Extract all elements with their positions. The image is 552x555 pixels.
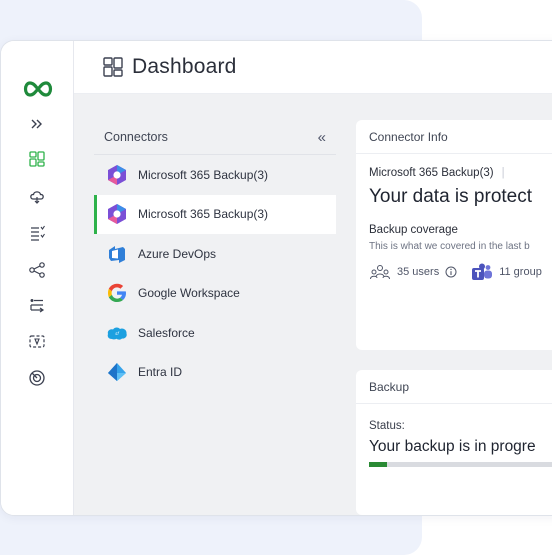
app-window: Dashboard Connectors « Microsoft 365 Bac… (0, 40, 552, 516)
dashboard-grid-icon[interactable] (23, 145, 51, 173)
info-icon[interactable] (445, 266, 457, 278)
nav-rail (1, 41, 74, 515)
connector-list: Microsoft 365 Backup(3) Microsoft 365 Ba… (94, 155, 336, 392)
backup-coverage-title: Backup coverage (369, 224, 458, 236)
divider: | (501, 167, 505, 179)
connector-label: Google Workspace (138, 286, 240, 301)
connectors-panel: Connectors « Microsoft 365 Backup(3) Mic… (94, 120, 336, 392)
connector-info-header: Connector Info (356, 120, 552, 154)
connectors-title: Connectors (104, 130, 168, 144)
page-title: Dashboard (132, 55, 237, 78)
expand-chevrons-icon[interactable] (23, 110, 51, 138)
list-check-icon[interactable] (23, 219, 51, 247)
connector-name-text: Microsoft 365 Backup(3) (369, 167, 494, 179)
connectors-header: Connectors « (94, 120, 336, 155)
backup-status-message: Your backup is in progre (369, 438, 536, 455)
cloud-backup-icon[interactable] (23, 182, 51, 210)
connector-label: Entra ID (138, 365, 183, 380)
radar-icon[interactable] (23, 364, 51, 392)
backup-card: Backup Status: Your backup is in progre (356, 370, 552, 515)
users-count: 35 users (397, 266, 440, 278)
coverage-stats: 35 users 11 group (369, 262, 542, 282)
backup-progress-fill (369, 462, 388, 467)
salesforce-icon: sf (106, 322, 128, 344)
top-bar: Dashboard (74, 41, 552, 94)
share-nodes-icon[interactable] (23, 256, 51, 284)
backup-progress-bar (369, 462, 552, 467)
connector-label: Microsoft 365 Backup(3) (138, 207, 269, 222)
microsoft-365-icon (106, 164, 128, 186)
backup-header: Backup (356, 370, 552, 404)
svg-text:sf: sf (115, 331, 119, 336)
dashboard-grid-icon (102, 56, 124, 78)
workflow-icon[interactable] (23, 292, 51, 320)
connector-item-microsoft-365[interactable]: Microsoft 365 Backup(3) (94, 155, 336, 195)
restore-icon[interactable] (23, 328, 51, 356)
connector-item-microsoft-365-selected[interactable]: Microsoft 365 Backup(3) (94, 194, 336, 234)
backup-status-label: Status: (369, 420, 405, 432)
connector-info-card: Connector Info Microsoft 365 Backup(3) | … (356, 120, 552, 350)
users-icon (369, 264, 391, 280)
microsoft-365-icon (106, 203, 128, 225)
connector-name: Microsoft 365 Backup(3) | (369, 167, 505, 179)
collapse-panel-button[interactable]: « (318, 129, 326, 146)
connector-item-salesforce[interactable]: sf Salesforce (94, 313, 336, 353)
connector-item-azure-devops[interactable]: Azure DevOps (94, 234, 336, 274)
google-icon (106, 282, 128, 304)
connector-item-entra-id[interactable]: Entra ID (94, 353, 336, 393)
protection-headline: Your data is protect (369, 186, 533, 207)
entra-id-icon (106, 361, 128, 383)
teams-icon (471, 263, 493, 281)
infinity-logo-icon[interactable] (21, 75, 55, 103)
connector-label: Microsoft 365 Backup(3) (138, 167, 269, 182)
backup-coverage-description: This is what we covered in the last b (369, 241, 530, 252)
groups-count: 11 group (499, 266, 542, 278)
connector-label: Salesforce (138, 325, 195, 340)
main-content: Connectors « Microsoft 365 Backup(3) Mic… (74, 94, 552, 515)
connector-label: Azure DevOps (138, 246, 217, 261)
azure-devops-icon (106, 243, 128, 265)
connector-item-google-workspace[interactable]: Google Workspace (94, 274, 336, 314)
